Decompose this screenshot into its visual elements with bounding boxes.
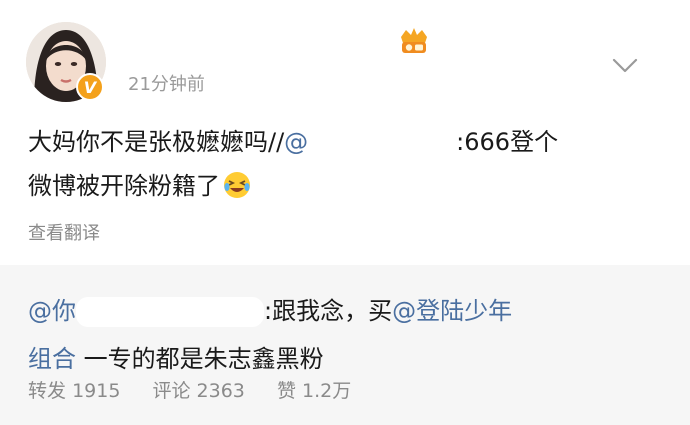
post-text-part: :666登个 [456, 128, 559, 156]
repost-text-part: 一专的都是朱志鑫黑粉 [76, 345, 324, 373]
repost-block[interactable]: @你 :跟我念，买@登陆少年 组合 一专的都是朱志鑫黑粉 转发 1915 评论 2… [0, 265, 690, 425]
username-redacted[interactable] [140, 24, 380, 52]
crown-badge-icon[interactable] [396, 26, 432, 56]
repost-stats: 转发 1915 评论 2363 赞 1.2万 [28, 376, 377, 403]
redacted-username [76, 297, 264, 327]
mention-link-group[interactable]: @登陆少年 [392, 297, 512, 325]
mention-link[interactable]: @你 [28, 297, 76, 325]
repost-count: 1915 [72, 380, 121, 402]
post-text-part: 微博被开除粉籍了 [28, 172, 220, 200]
verified-icon: V [76, 73, 104, 101]
comment-label: 评论 [152, 380, 191, 402]
repost-text-part: :跟我念，买 [264, 297, 393, 325]
laughing-tears-emoji-icon [224, 172, 250, 198]
post-line-2: 微博被开除粉籍了 [28, 164, 668, 208]
mention-link-group[interactable]: 组合 [28, 345, 76, 373]
chevron-down-icon[interactable] [611, 56, 639, 76]
like-count-button[interactable]: 赞 1.2万 [277, 380, 351, 402]
mention-link[interactable]: @ [284, 128, 308, 156]
post-text-part: 大妈你不是张极嬷嬷吗// [28, 128, 285, 156]
comment-count: 2363 [196, 380, 245, 402]
repost-label: 转发 [28, 380, 67, 402]
translate-link[interactable]: 查看翻译 [28, 219, 100, 245]
comment-count-button[interactable]: 评论 2363 [152, 380, 244, 402]
post-time: 21分钟前 [128, 74, 205, 95]
repost-count-button[interactable]: 转发 1915 [28, 380, 120, 402]
repost-line-1: @你 :跟我念，买@登陆少年 [28, 287, 668, 335]
like-label: 赞 [276, 380, 296, 402]
post-line-1: 大妈你不是张极嬷嬷吗//@ :666登个 [28, 120, 668, 164]
like-count: 1.2万 [302, 380, 352, 402]
redacted-username [308, 130, 457, 156]
repost-text: @你 :跟我念，买@登陆少年 组合 一专的都是朱志鑫黑粉 [28, 287, 668, 383]
post-text: 大妈你不是张极嬷嬷吗//@ :666登个 微博被开除粉籍了 [28, 120, 668, 208]
weibo-post-card: V 21分钟前 大妈你不是张极嬷嬷吗//@ :666登个 微博被开除粉籍了 查看翻… [0, 0, 690, 425]
